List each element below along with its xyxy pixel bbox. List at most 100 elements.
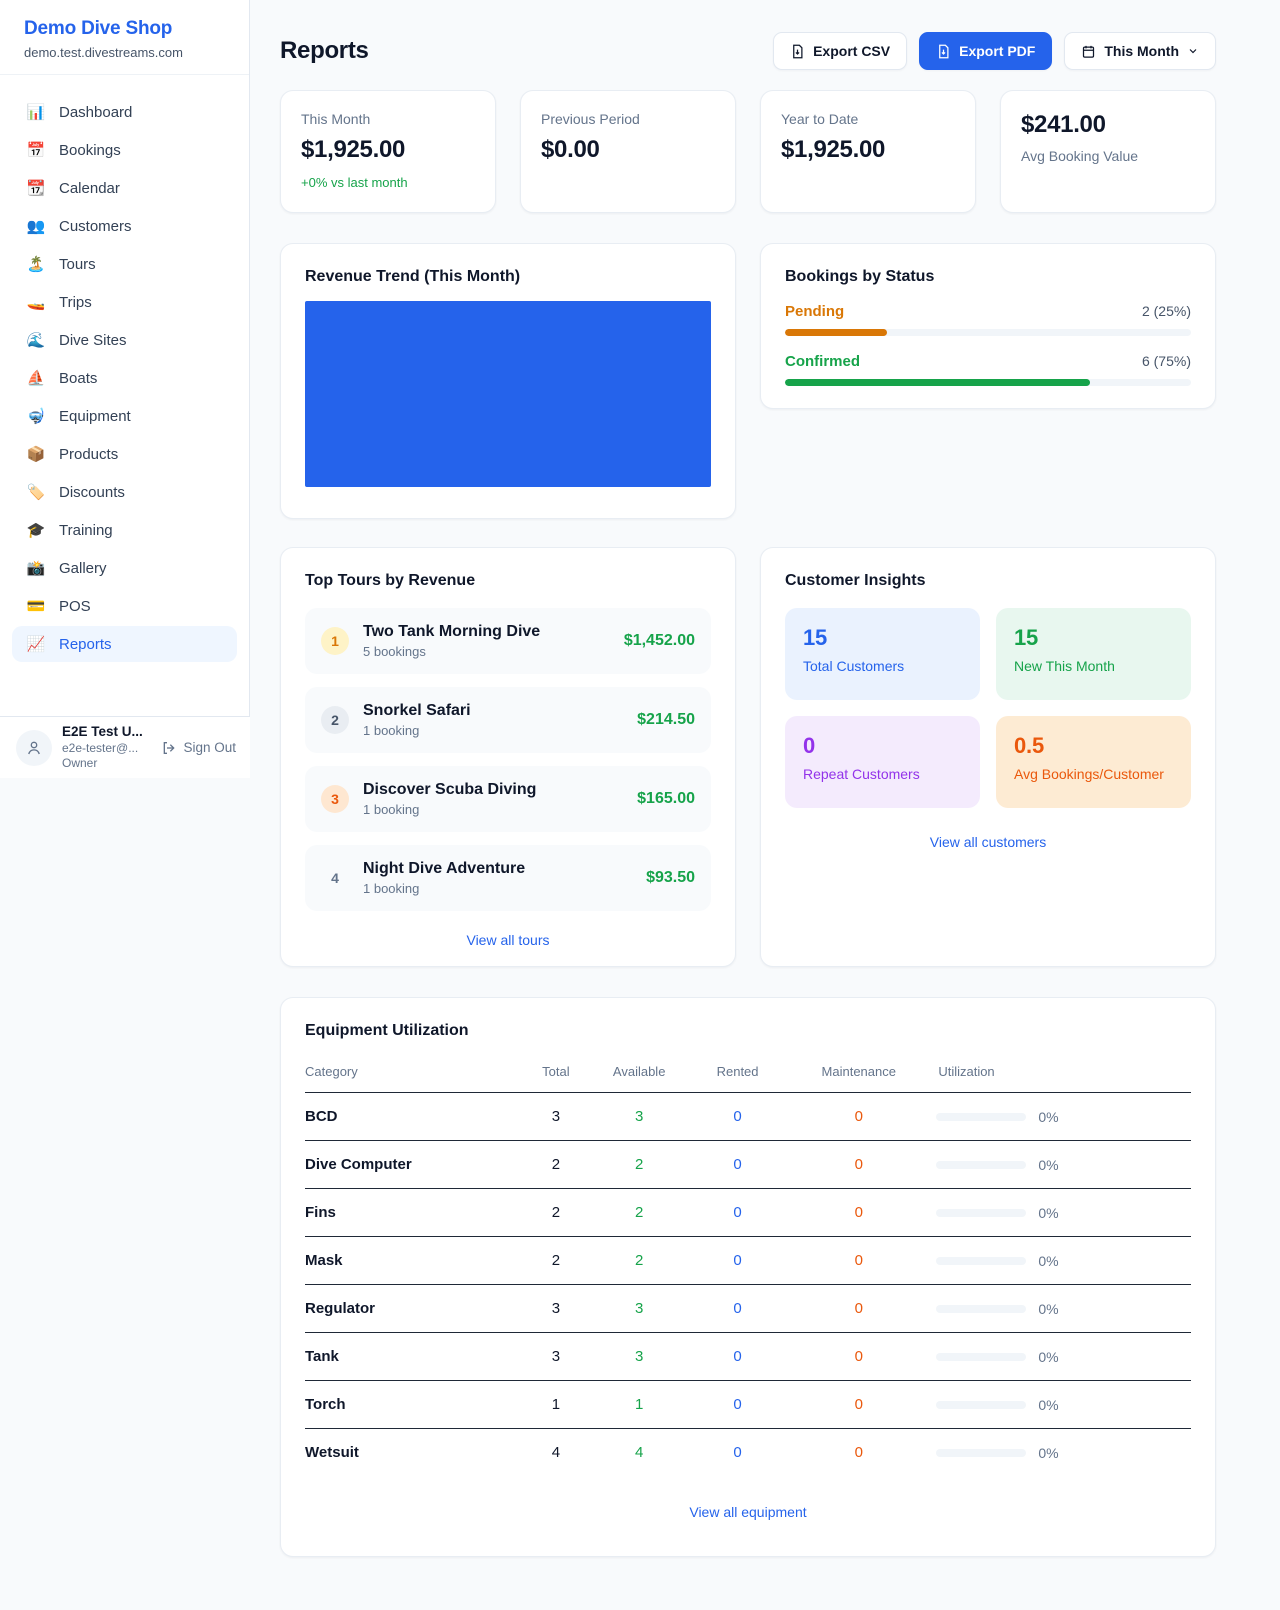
equipment-category: Regulator: [305, 1285, 527, 1333]
equipment-row: Wetsuit 4 4 0 0 0%: [305, 1429, 1191, 1477]
equipment-table-header: CategoryTotalAvailableRentedMaintenanceU…: [305, 1054, 1191, 1093]
insight-tile: 0 Repeat Customers: [785, 716, 980, 808]
sidebar-item-label: Customers: [59, 218, 132, 235]
tours-list: 1 Two Tank Morning Dive 5 bookings $1,45…: [305, 608, 711, 911]
top-tours-title: Top Tours by Revenue: [305, 572, 711, 590]
stat-value: $1,925.00: [301, 136, 475, 164]
sidebar-item-bookings[interactable]: 📅Bookings: [12, 132, 237, 168]
insight-tiles: 15 Total Customers15 New This Month0 Rep…: [785, 608, 1191, 808]
sidebar-item-trips[interactable]: 🚤Trips: [12, 284, 237, 320]
sidebar-item-dashboard[interactable]: 📊Dashboard: [12, 94, 237, 130]
sign-out-label: Sign Out: [183, 740, 236, 755]
status-item: Pending 2 (25%): [785, 303, 1191, 336]
utilization-percent: 0%: [1038, 1301, 1058, 1317]
stat-label: This Month: [301, 111, 475, 127]
export-pdf-button[interactable]: Export PDF: [919, 32, 1052, 70]
equipment-available: 3: [584, 1285, 693, 1333]
insight-value: 15: [803, 625, 962, 651]
customers-icon: 👥: [26, 217, 46, 235]
utilization-bar: [936, 1449, 1026, 1457]
equipment-total: 3: [527, 1285, 584, 1333]
utilization-bar: [936, 1113, 1026, 1121]
tour-name: Two Tank Morning Dive: [363, 623, 610, 641]
tour-name: Night Dive Adventure: [363, 860, 632, 878]
sidebar-item-products[interactable]: 📦Products: [12, 436, 237, 472]
equipment-category: Mask: [305, 1237, 527, 1285]
stat-label: Previous Period: [541, 111, 715, 127]
tour-name: Discover Scuba Diving: [363, 781, 623, 799]
equipment-utilization: 0%: [936, 1237, 1191, 1285]
user-name: E2E Test U...: [62, 724, 143, 741]
sidebar-item-reports[interactable]: 📈Reports: [12, 626, 237, 662]
equipment-rented: 0: [694, 1285, 781, 1333]
sidebar-nav: 📊Dashboard📅Bookings📆Calendar 👥 Customers 🏝️…: [0, 75, 249, 662]
status-progress-fill: [785, 379, 1090, 386]
equipment-column-header: Available: [584, 1054, 693, 1093]
insight-tile: 0.5 Avg Bookings/Customer: [996, 716, 1191, 808]
revenue-trend-title: Revenue Trend (This Month): [305, 268, 711, 286]
equipment-category: Fins: [305, 1189, 527, 1237]
equipment-maintenance: 0: [781, 1285, 936, 1333]
tour-row: 4 Night Dive Adventure 1 booking $93.50: [305, 845, 711, 911]
status-value: 2 (25%): [1142, 303, 1191, 319]
equipment-available: 3: [584, 1333, 693, 1381]
utilization-percent: 0%: [1038, 1205, 1058, 1221]
sidebar-item-label: Bookings: [59, 142, 121, 159]
view-all-equipment-link[interactable]: View all equipment: [305, 1504, 1191, 1520]
sidebar-item-equipment[interactable]: 🤿Equipment: [12, 398, 237, 434]
utilization-percent: 0%: [1038, 1349, 1058, 1365]
equipment-row: Tank 3 3 0 0 0%: [305, 1333, 1191, 1381]
equipment-maintenance: 0: [781, 1093, 936, 1141]
equipment-total: 2: [527, 1141, 584, 1189]
brand-domain: demo.test.divestreams.com: [24, 45, 225, 60]
sidebar-item-label: Trips: [59, 294, 92, 311]
utilization-percent: 0%: [1038, 1397, 1058, 1413]
equipment-utilization-title: Equipment Utilization: [305, 1022, 1191, 1040]
user-icon: [25, 739, 43, 757]
insight-label: New This Month: [1014, 658, 1173, 674]
view-all-tours-link[interactable]: View all tours: [305, 932, 711, 948]
sidebar-item-training[interactable]: 🎓Training: [12, 512, 237, 548]
equipment-table: CategoryTotalAvailableRentedMaintenanceU…: [305, 1054, 1191, 1476]
equipment-available: 2: [584, 1237, 693, 1285]
stat-card: $241.00Avg Booking Value: [1000, 90, 1216, 213]
sidebar-item-customers[interactable]: 👥 Customers: [12, 208, 237, 244]
sidebar-item-label: Gallery: [59, 560, 107, 577]
products-icon: 📦: [26, 445, 46, 463]
gallery-icon: 📸: [26, 559, 46, 577]
utilization-bar: [936, 1209, 1026, 1217]
sidebar-item-discounts[interactable]: 🏷️Discounts: [12, 474, 237, 510]
equipment-row: Mask 2 2 0 0 0%: [305, 1237, 1191, 1285]
logout-icon: [161, 740, 177, 756]
sidebar-item-gallery[interactable]: 📸 Gallery: [12, 550, 237, 586]
equipment-utilization: 0%: [936, 1093, 1191, 1141]
equipment-total: 3: [527, 1093, 584, 1141]
tour-rank-badge: 3: [321, 785, 349, 813]
sidebar: Demo Dive Shop demo.test.divestreams.com…: [0, 0, 250, 778]
sidebar-item-tours[interactable]: 🏝️Tours: [12, 246, 237, 282]
tour-rank-badge: 2: [321, 706, 349, 734]
revenue-trend-card: Revenue Trend (This Month): [280, 243, 736, 519]
sidebar-item-dive-sites[interactable]: 🌊Dive Sites: [12, 322, 237, 358]
equipment-icon: 🤿: [26, 407, 46, 425]
sign-out-button[interactable]: Sign Out: [161, 740, 236, 756]
file-download-icon: [936, 44, 951, 59]
tour-rank-badge: 1: [321, 627, 349, 655]
sidebar-item-boats[interactable]: ⛵Boats: [12, 360, 237, 396]
equipment-utilization: 0%: [936, 1333, 1191, 1381]
equipment-available: 2: [584, 1189, 693, 1237]
sidebar-item-calendar[interactable]: 📆Calendar: [12, 170, 237, 206]
period-select-button[interactable]: This Month: [1064, 32, 1216, 70]
tour-bookings: 1 booking: [363, 802, 623, 817]
equipment-category: Wetsuit: [305, 1429, 527, 1477]
equipment-utilization: 0%: [936, 1189, 1191, 1237]
export-pdf-label: Export PDF: [959, 43, 1035, 59]
export-csv-button[interactable]: Export CSV: [773, 32, 907, 70]
tour-info: Night Dive Adventure 1 booking: [363, 860, 632, 896]
view-all-customers-link[interactable]: View all customers: [785, 834, 1191, 850]
insight-tile: 15 New This Month: [996, 608, 1191, 700]
customer-insights-card: Customer Insights 15 Total Customers15 N…: [760, 547, 1216, 967]
tour-amount: $93.50: [646, 869, 695, 887]
sidebar-item-pos[interactable]: 💳POS: [12, 588, 237, 624]
chevron-down-icon: [1187, 45, 1199, 57]
